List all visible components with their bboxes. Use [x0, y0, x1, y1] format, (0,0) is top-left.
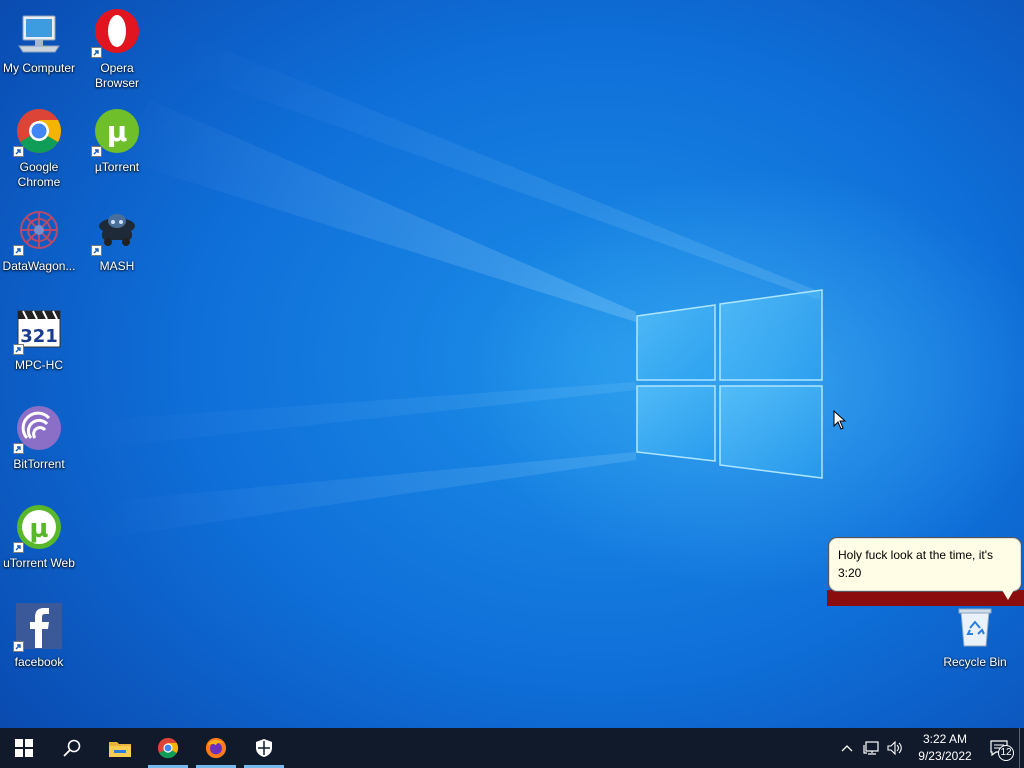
volume-icon — [887, 741, 902, 755]
bittorrent-icon — [13, 404, 63, 454]
action-center-button[interactable]: 12 — [979, 728, 1019, 768]
desktop-icon-label: BitTorrent — [13, 457, 65, 471]
taskbar-chrome[interactable] — [144, 728, 192, 768]
clock-time: 3:22 AM — [922, 732, 968, 746]
file-explorer-icon — [109, 742, 131, 757]
shortcut-arrow-icon — [13, 542, 24, 553]
opera-icon — [91, 8, 141, 58]
shortcut-arrow-icon — [91, 146, 102, 157]
desktop-icon-label: Google Chrome — [17, 160, 61, 189]
desktop-icon-label: Recycle Bin — [943, 655, 1007, 669]
desktop-icon-opera[interactable]: Opera Browser — [78, 4, 156, 96]
shortcut-arrow-icon — [13, 641, 24, 652]
shortcut-arrow-icon — [91, 245, 102, 256]
recycle-bin-icon — [951, 602, 999, 650]
taskbar-file-explorer[interactable] — [96, 728, 144, 768]
speech-bubble: Holy fuck look at the time, it's 3:20 — [828, 537, 1022, 592]
svg-text:µ: µ — [107, 115, 128, 148]
firefox-icon — [205, 737, 227, 759]
shortcut-arrow-icon — [91, 47, 102, 58]
chrome-icon — [157, 737, 179, 759]
desktop-icon-label: Opera Browser — [94, 61, 139, 90]
taskbar-firefox[interactable] — [192, 728, 240, 768]
desktop-icon-bittorrent[interactable]: BitTorrent — [0, 400, 78, 492]
utorrent-icon: µ — [91, 107, 141, 157]
facebook-icon — [13, 602, 63, 652]
volume-button[interactable] — [883, 728, 907, 768]
shortcut-arrow-icon — [13, 146, 24, 157]
windows-logo-wallpaper — [636, 289, 823, 479]
svg-text:321: 321 — [20, 326, 58, 347]
search-icon — [63, 739, 81, 757]
desktop-icon-google-chrome[interactable]: Google Chrome — [0, 103, 78, 195]
mash-icon — [91, 206, 141, 256]
utorrent-web-icon: µ — [13, 503, 63, 553]
desktop-icon-label: µTorrent — [94, 160, 140, 174]
show-hidden-icons-button[interactable] — [835, 728, 859, 768]
desktop-icon-label: uTorrent Web — [3, 556, 75, 570]
datawagon-icon — [13, 206, 63, 256]
desktop-icon-label: DataWagon... — [2, 259, 76, 273]
desktop-icon-facebook[interactable]: facebook — [0, 598, 78, 690]
desktop-icon-mash[interactable]: MASH — [78, 202, 156, 294]
chevron-up-icon — [841, 745, 853, 752]
clock-date: 9/23/2022 — [918, 749, 972, 763]
system-tray: 3:22 AM 9/23/2022 12 — [835, 728, 1024, 768]
taskbar: 3:22 AM 9/23/2022 12 — [0, 728, 1024, 768]
shortcut-arrow-icon — [13, 443, 24, 454]
security-shield-icon — [256, 739, 272, 757]
network-icon — [863, 741, 879, 755]
taskbar-clock[interactable]: 3:22 AM 9/23/2022 — [911, 731, 979, 765]
mpc-hc-icon: 321 — [13, 305, 63, 355]
mouse-cursor-icon — [833, 410, 847, 430]
show-desktop-button[interactable] — [1019, 728, 1024, 768]
desktop-icon-my-computer[interactable]: My Computer — [0, 4, 78, 96]
notification-badge: 12 — [998, 745, 1014, 761]
shortcut-arrow-icon — [13, 245, 24, 256]
desktop-icon-label: MASH — [99, 259, 135, 273]
start-button[interactable] — [0, 728, 48, 768]
desktop-icon-label: My Computer — [2, 61, 76, 75]
desktop-icon-datawagon[interactable]: DataWagon... — [0, 202, 78, 294]
start-icon — [15, 739, 33, 757]
speech-bubble-text: Holy fuck look at the time, it's 3:20 — [838, 548, 994, 580]
monitor-icon — [15, 8, 63, 56]
desktop-icon-label: facebook — [14, 655, 64, 669]
desktop-icon-label: MPC-HC — [15, 358, 63, 372]
taskbar-security[interactable] — [240, 728, 288, 768]
desktop-icon-utorrent[interactable]: µ µTorrent — [78, 103, 156, 195]
search-button[interactable] — [48, 728, 96, 768]
svg-text:µ: µ — [29, 514, 48, 544]
desktop-icon-mpc-hc[interactable]: 321 MPC-HC — [0, 301, 78, 393]
desktop-icon-recycle-bin[interactable]: Recycle Bin — [936, 598, 1014, 690]
desktop-icon-utorrent-web[interactable]: µ uTorrent Web — [0, 499, 78, 591]
network-button[interactable] — [859, 728, 883, 768]
shortcut-arrow-icon — [13, 344, 24, 355]
chrome-icon — [13, 107, 63, 157]
desktop[interactable]: My Computer Opera Browser Google Chrome … — [0, 0, 1024, 728]
